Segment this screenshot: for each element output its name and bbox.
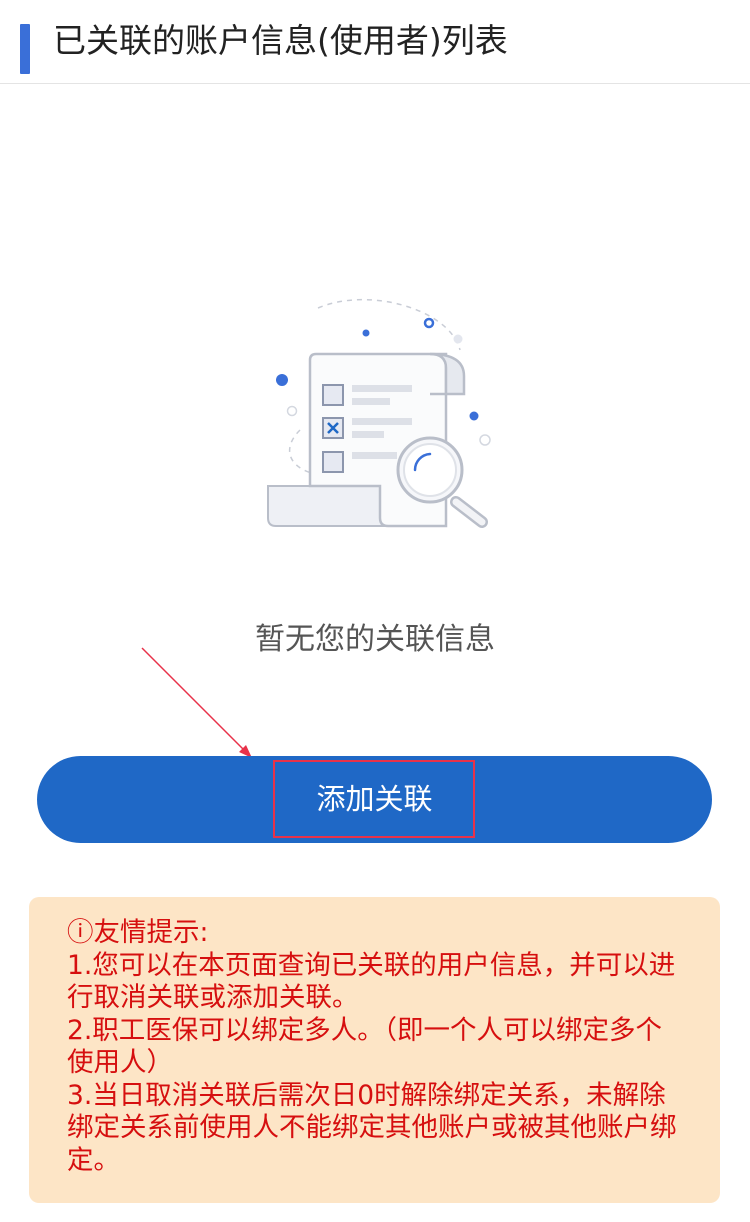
page-title: 已关联的账户信息(使用者)列表 (53, 21, 508, 60)
tips-heading: ⓘ友情提示: (67, 917, 209, 948)
tips-panel: ⓘ友情提示: 1.您可以在本页面查询已关联的用户信息，并可以进行取消关联或添加关… (29, 897, 720, 1203)
tips-item: 1.您可以在本页面查询已关联的用户信息，并可以进行取消关联或添加关联。 (67, 949, 676, 1014)
tips-item: 2.职工医保可以绑定多人。（即一个人可以绑定多个使用人） (67, 1014, 663, 1079)
add-association-button[interactable]: 添加关联 (37, 756, 712, 843)
tips-item: 3.当日取消关联后需次日0时解除绑定关系，未解除绑定关系前使用人不能绑定其他账户… (67, 1079, 677, 1176)
add-association-label: 添加关联 (316, 782, 433, 816)
page-header: 已关联的账户信息(使用者)列表 (0, 0, 750, 84)
document-checklist-magnifier-icon (267, 298, 491, 528)
empty-state-message: 暂无您的关联信息 (255, 622, 495, 657)
title-accent-bar (20, 24, 30, 74)
